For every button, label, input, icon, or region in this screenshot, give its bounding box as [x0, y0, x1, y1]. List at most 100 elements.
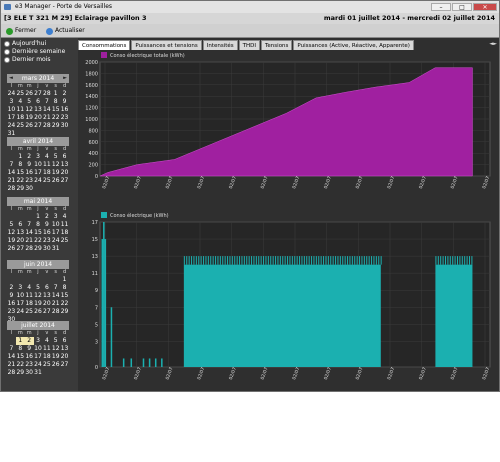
calendar-day[interactable]: 1 [51, 90, 60, 98]
calendar-day[interactable]: 13 [60, 161, 69, 169]
calendar-day[interactable]: 27 [60, 177, 69, 185]
close-window-button[interactable]: ✕ [473, 3, 497, 11]
calendar-day[interactable]: 5 [7, 221, 16, 229]
calendar-day[interactable]: 30 [60, 122, 69, 130]
calendar-day[interactable]: 23 [25, 177, 34, 185]
calendar-day[interactable]: 30 [42, 245, 51, 253]
calendar-day[interactable]: 8 [16, 161, 25, 169]
calendar-day[interactable]: 23 [60, 114, 69, 122]
calendar-day[interactable]: 11 [16, 106, 25, 114]
tab-0[interactable]: Consommations [78, 40, 131, 50]
calendar-day[interactable]: 16 [42, 229, 51, 237]
calendar-day[interactable]: 9 [7, 292, 16, 300]
calendar-day[interactable]: 20 [60, 169, 69, 177]
calendar-day[interactable]: 22 [16, 361, 25, 369]
calendar-day[interactable]: 2 [42, 213, 51, 221]
calendar-day[interactable]: 29 [51, 122, 60, 130]
calendar-day[interactable]: 14 [51, 292, 60, 300]
calendar-day[interactable]: 9 [42, 221, 51, 229]
calendar-day[interactable]: 20 [16, 237, 25, 245]
calendar-day[interactable]: 19 [25, 114, 34, 122]
calendar-day[interactable]: 22 [51, 114, 60, 122]
calendar-day[interactable]: 24 [34, 361, 43, 369]
calendar-day[interactable]: 11 [42, 161, 51, 169]
calendar-day[interactable]: 25 [42, 177, 51, 185]
calendar-day[interactable]: 23 [25, 361, 34, 369]
calendar-day[interactable]: 25 [16, 122, 25, 130]
calendar-day[interactable]: 21 [7, 177, 16, 185]
calendar-day[interactable]: 8 [34, 221, 43, 229]
calendar-day[interactable]: 29 [60, 308, 69, 316]
calendar-day[interactable]: 13 [42, 292, 51, 300]
calendar-day[interactable]: 29 [34, 245, 43, 253]
calendar-day[interactable]: 18 [25, 300, 34, 308]
calendar-day[interactable]: 30 [25, 185, 34, 193]
calendar-day[interactable]: 1 [16, 153, 25, 161]
calendar-day[interactable]: 4 [25, 284, 34, 292]
calendar-day[interactable]: 16 [60, 106, 69, 114]
calendar-day[interactable]: 28 [51, 308, 60, 316]
calendar-day[interactable]: 24 [51, 237, 60, 245]
calendar-day[interactable]: 24 [7, 122, 16, 130]
calendar-day[interactable]: 26 [25, 122, 34, 130]
calendar-day[interactable]: 26 [34, 308, 43, 316]
calendar-day[interactable]: 11 [42, 345, 51, 353]
calendar-day[interactable]: 19 [51, 353, 60, 361]
calendar-day[interactable]: 27 [34, 90, 43, 98]
tab-2[interactable]: Intensités [202, 40, 238, 50]
calendar-day[interactable]: 19 [51, 169, 60, 177]
calendar-day[interactable]: 10 [34, 161, 43, 169]
calendar-day[interactable]: 23 [7, 308, 16, 316]
calendar-day[interactable]: 11 [60, 221, 69, 229]
calendar-day[interactable]: 2 [7, 284, 16, 292]
calendar-day[interactable]: 14 [7, 169, 16, 177]
tab-5[interactable]: Puissances (Active, Réactive, Apparente) [293, 40, 414, 50]
calendar-day[interactable]: 16 [25, 353, 34, 361]
next-month-icon[interactable]: ► [63, 74, 67, 83]
calendar-day[interactable]: 18 [42, 169, 51, 177]
tab-scroll-arrows[interactable]: ◄► [489, 41, 497, 47]
calendar-day[interactable]: 16 [25, 169, 34, 177]
calendar-day[interactable]: 25 [16, 90, 25, 98]
calendar-day[interactable]: 12 [51, 161, 60, 169]
calendar-day[interactable]: 28 [42, 90, 51, 98]
calendar-day[interactable]: 1 [15, 337, 25, 345]
calendar-day[interactable]: 12 [34, 292, 43, 300]
calendar-day[interactable]: 17 [51, 229, 60, 237]
calendar-day[interactable]: 31 [34, 369, 43, 377]
calendar-day[interactable]: 25 [60, 237, 69, 245]
calendar-day[interactable]: 17 [34, 353, 43, 361]
calendar-day[interactable]: 15 [60, 292, 69, 300]
calendar-day[interactable]: 6 [60, 153, 69, 161]
calendar-day[interactable]: 28 [25, 245, 34, 253]
calendar-day[interactable]: 27 [60, 361, 69, 369]
calendar-day[interactable]: 21 [25, 237, 34, 245]
tab-4[interactable]: Tensions [261, 40, 293, 50]
calendar-day[interactable]: 12 [25, 106, 34, 114]
calendar-day[interactable]: 10 [34, 345, 43, 353]
calendar-day[interactable]: 8 [16, 345, 25, 353]
calendar-day[interactable]: 21 [51, 300, 60, 308]
calendar-day[interactable]: 31 [51, 245, 60, 253]
calendar-day[interactable]: 6 [60, 337, 69, 345]
calendar-day[interactable]: 3 [34, 153, 43, 161]
calendar-day[interactable]: 10 [7, 106, 16, 114]
calendar-day[interactable]: 13 [60, 345, 69, 353]
calendar-day[interactable]: 6 [34, 98, 43, 106]
calendar-day[interactable]: 2 [24, 337, 34, 345]
calendar-day[interactable]: 14 [25, 229, 34, 237]
calendar-day[interactable]: 3 [16, 284, 25, 292]
tab-3[interactable]: THDI [238, 40, 260, 50]
calendar-day[interactable]: 7 [42, 98, 51, 106]
calendar-day[interactable]: 28 [42, 122, 51, 130]
calendar-day[interactable]: 9 [25, 161, 34, 169]
calendar-day[interactable]: 29 [16, 185, 25, 193]
calendar-day[interactable]: 8 [51, 98, 60, 106]
calendar-day[interactable]: 29 [16, 369, 25, 377]
calendar-day[interactable]: 22 [34, 237, 43, 245]
calendar-day[interactable]: 30 [25, 369, 34, 377]
calendar-day[interactable]: 14 [7, 353, 16, 361]
calendar-day[interactable]: 5 [51, 337, 60, 345]
calendar-day[interactable]: 3 [7, 98, 16, 106]
calendar-day[interactable]: 7 [7, 345, 16, 353]
